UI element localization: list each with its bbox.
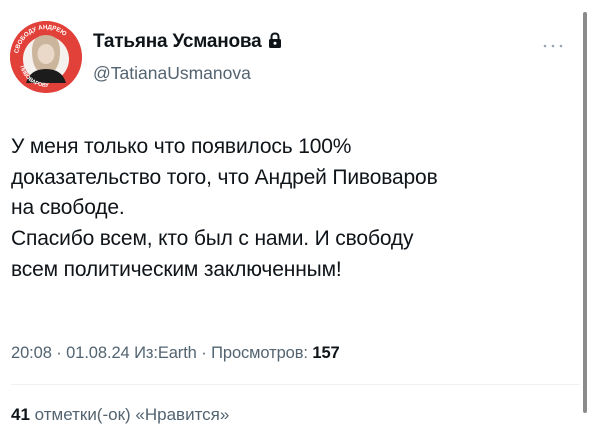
divider bbox=[11, 384, 580, 385]
lock-icon bbox=[268, 32, 282, 55]
tweet-line: доказательство того, что Андрей Пивоваро… bbox=[11, 165, 438, 189]
source-prefix: Из: bbox=[129, 344, 158, 362]
tweet-text: У меня только что появилось 100% доказат… bbox=[11, 132, 551, 286]
tweet-time[interactable]: 20:08 bbox=[11, 344, 52, 362]
tweet-card: СВОБОДУ АНДРЕЮ ПИВОВАРОВУ Татьяна Усмано… bbox=[0, 0, 591, 447]
likes-label[interactable]: отметки(-ок) «Нравится» bbox=[30, 405, 230, 424]
author-name-row[interactable]: Татьяна Усманова bbox=[93, 31, 282, 55]
scrollbar[interactable] bbox=[583, 12, 587, 413]
tweet-source: Earth bbox=[157, 344, 197, 362]
author-handle[interactable]: @TatianaUsmanova bbox=[93, 63, 251, 84]
tweet-line: всем политическим заключенным! bbox=[11, 257, 342, 281]
tweet-line: на свободе. bbox=[11, 196, 125, 220]
avatar[interactable]: СВОБОДУ АНДРЕЮ ПИВОВАРОВУ bbox=[10, 21, 82, 93]
tweet-date[interactable]: 01.08.24 bbox=[66, 344, 130, 362]
meta-separator: · bbox=[51, 344, 67, 362]
likes-count[interactable]: 41 bbox=[11, 405, 30, 424]
meta-separator: · bbox=[196, 344, 212, 362]
author-name[interactable]: Татьяна Усманова bbox=[93, 31, 262, 52]
views-count: 157 bbox=[312, 344, 340, 362]
more-horizontal-icon[interactable] bbox=[542, 37, 564, 48]
tweet-line: Спасибо всем, кто был с нами. И свободу bbox=[11, 227, 414, 251]
tweet-line: У меня только что появилось 100% bbox=[11, 135, 352, 158]
likes-row[interactable]: 41 отметки(-ок) «Нравится» bbox=[11, 405, 229, 425]
views-label: Просмотров: bbox=[211, 344, 313, 362]
tweet-meta: 20:08 · 01.08.24 Из:Earth · Просмотров: … bbox=[11, 344, 340, 363]
